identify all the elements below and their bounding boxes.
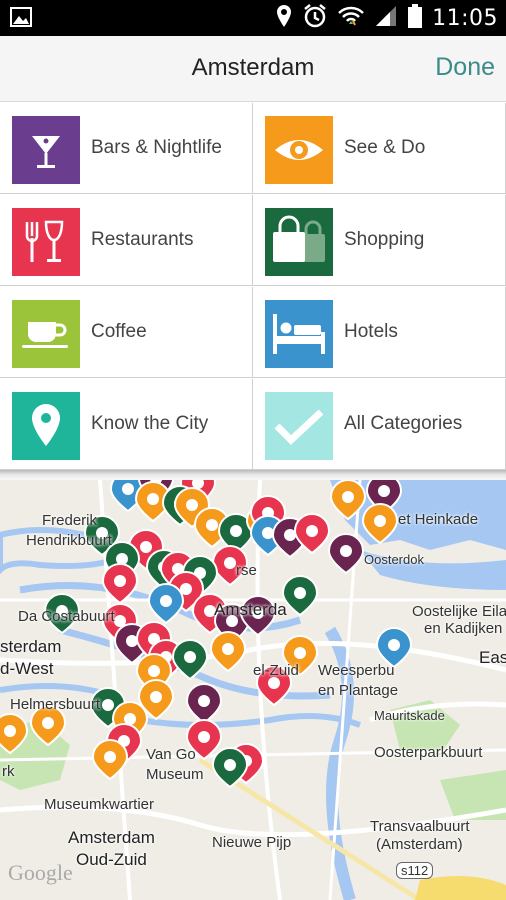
map-pin-see[interactable]: [91, 738, 129, 781]
map-label-museumkwartier: Museumkwartier: [44, 796, 155, 813]
map-label-amsterdam-west: sterdam: [0, 637, 62, 656]
category-grid: Bars & Nightlife See & Do Restaurants Sh…: [0, 103, 506, 470]
done-button[interactable]: Done: [435, 53, 495, 82]
road-sign-s112: s112: [396, 862, 434, 879]
signal-icon: [374, 4, 398, 33]
google-logo: Google: [8, 860, 73, 885]
category-label: See & Do: [344, 137, 426, 158]
map-label-east: Eas: [479, 648, 506, 667]
map-label-rk: rk: [2, 763, 15, 780]
map-label-oosterparkbuurt: Oosterparkbuurt: [374, 744, 483, 761]
map-label-museum: Museum: [146, 766, 204, 783]
category-restaurants[interactable]: Restaurants: [0, 195, 253, 286]
category-label: Hotels: [344, 321, 398, 342]
map-label-oosterdok: Oosterdok: [364, 552, 424, 567]
map-label-plantage: en Plantage: [318, 682, 399, 699]
location-pin-icon: [12, 392, 80, 460]
category-bars-nightlife[interactable]: Bars & Nightlife: [0, 103, 253, 194]
map-label-transvaal-sub: (Amsterdam): [376, 836, 463, 853]
map-pin-see[interactable]: [361, 502, 399, 545]
map-label-helmersbuurt: Helmersbuurt: [10, 696, 101, 713]
map-label-zuid: el-Zuid: [253, 662, 299, 679]
map-pin-bar[interactable]: [185, 682, 223, 725]
category-know-the-city[interactable]: Know the City: [0, 379, 253, 470]
eye-icon: [265, 116, 333, 184]
clock: 11:05: [432, 5, 498, 31]
map-label-rse: rse: [236, 562, 257, 579]
map-label-weesperbuurt: Weesperbu: [318, 662, 395, 679]
map-pin-info[interactable]: [147, 582, 185, 625]
shopping-bags-icon: [265, 208, 333, 276]
map-pin-bar[interactable]: [327, 532, 365, 575]
map-pin-see[interactable]: [329, 480, 367, 521]
battery-icon: [408, 3, 423, 33]
status-bar: 11:05: [0, 0, 506, 36]
map-label-dacosta: Da Costabuurt: [18, 608, 115, 625]
map-label-amsterdam-center: Amsterda: [214, 600, 287, 619]
fork-glass-icon: [12, 208, 80, 276]
category-coffee[interactable]: Coffee: [0, 287, 253, 378]
category-label: Shopping: [344, 229, 425, 250]
alarm-icon: [302, 3, 328, 34]
checkmark-icon: [265, 392, 333, 460]
category-hotels[interactable]: Hotels: [253, 287, 506, 378]
map-label-mauritskade: Mauritskade: [374, 708, 445, 723]
category-see-do[interactable]: See & Do: [253, 103, 506, 194]
map-label-hendrikbuurt: Hendrikbuurt: [26, 532, 112, 549]
map-label-transvaal: Transvaalbuurt: [370, 818, 470, 835]
category-label: All Categories: [344, 413, 463, 434]
map-pin-food[interactable]: [101, 562, 139, 605]
cocktail-icon: [12, 116, 80, 184]
page-title: Amsterdam: [191, 54, 315, 81]
coffee-cup-icon: [12, 300, 80, 368]
map-label-kadijken: en Kadijken: [424, 620, 503, 637]
wifi-icon: [338, 4, 364, 33]
map-label-vangogh: Van Go: [146, 746, 196, 763]
image-notification-icon: [10, 7, 32, 32]
map-label-frederik: Frederik: [42, 512, 98, 529]
map-pin-shop[interactable]: [171, 638, 209, 681]
map-label-nieuwepijp: Nieuwe Pijp: [212, 834, 292, 851]
map-label-amsterdam-oud: Amsterdam: [68, 828, 155, 847]
category-label: Restaurants: [91, 229, 194, 250]
map-pin-shop[interactable]: [211, 746, 249, 789]
map-pin-shop[interactable]: [281, 574, 319, 617]
app-header: Amsterdam Done: [0, 36, 506, 102]
category-all-categories[interactable]: All Categories: [253, 379, 506, 470]
map-pin-see[interactable]: [209, 630, 247, 673]
map-label-dwest: d-West: [0, 659, 54, 678]
category-label: Know the City: [91, 413, 209, 434]
map-pin-see[interactable]: [0, 712, 29, 755]
category-label: Coffee: [91, 321, 147, 342]
map-label-oostelijke: Oostelijke Eilan: [412, 603, 506, 620]
map-label-heinkade: et Heinkade: [398, 511, 479, 528]
category-label: Bars & Nightlife: [91, 137, 222, 158]
location-icon: [276, 4, 292, 33]
category-shopping[interactable]: Shopping: [253, 195, 506, 286]
map-label-oudzuid: Oud-Zuid: [76, 850, 147, 869]
bed-icon: [265, 300, 333, 368]
